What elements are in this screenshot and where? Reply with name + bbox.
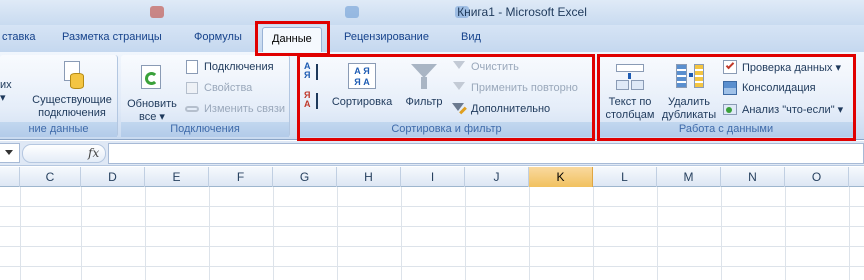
column-header[interactable]: N xyxy=(721,167,785,187)
refresh-icon xyxy=(136,63,168,95)
properties-icon xyxy=(184,80,200,96)
column-header[interactable]: F xyxy=(209,167,273,187)
column-header[interactable]: C xyxy=(20,167,81,187)
connections-button[interactable]: Подключения xyxy=(184,58,274,76)
existing-connections-icon xyxy=(56,59,88,91)
tab-review[interactable]: Рецензирование xyxy=(344,31,429,43)
group-label: ние данные xyxy=(0,122,117,137)
connections-label: Подключения xyxy=(204,61,274,73)
properties-label: Свойства xyxy=(204,82,253,94)
existing-connections-button[interactable]: Существующие подключения xyxy=(28,59,116,120)
column-header[interactable]: J xyxy=(465,167,529,187)
title-bar: Книга1 - Microsoft Excel xyxy=(0,0,864,25)
from-other-label-2: ▾ xyxy=(0,92,6,104)
tab-page-layout[interactable]: Разметка страницы xyxy=(62,31,162,43)
column-header[interactable]: E xyxy=(145,167,209,187)
existing-connections-label-1: Существующие xyxy=(32,94,112,106)
refresh-all-button[interactable]: Обновить все ▾ xyxy=(125,63,179,124)
window-title: Книга1 - Microsoft Excel xyxy=(457,5,587,19)
refresh-label-1: Обновить xyxy=(127,98,177,110)
name-box-dropdown[interactable] xyxy=(0,143,20,163)
chevron-down-icon xyxy=(5,150,13,155)
highlight-data-tools-group xyxy=(597,54,856,141)
column-header[interactable]: D xyxy=(81,167,145,187)
group-external-data: их ▾ Существующие подключения ние данные xyxy=(0,55,118,137)
column-header[interactable]: G xyxy=(273,167,337,187)
edit-links-button[interactable]: Изменить связи xyxy=(184,100,285,118)
column-header[interactable]: M xyxy=(657,167,721,187)
from-other-label-1: их xyxy=(0,79,12,91)
tab-formulas[interactable]: Формулы xyxy=(194,31,242,43)
column-header[interactable]: H xyxy=(337,167,401,187)
column-header-selected[interactable]: K xyxy=(529,167,593,187)
column-header-partial[interactable] xyxy=(0,167,20,187)
link-icon xyxy=(184,101,200,117)
column-headers: C D E F G H I J K L M N O xyxy=(0,167,864,187)
formula-bar: fx xyxy=(0,141,864,166)
column-header[interactable]: O xyxy=(785,167,849,187)
from-other-sources-button[interactable]: их ▾ xyxy=(0,79,20,105)
highlight-sort-filter-group xyxy=(297,54,595,141)
formula-input[interactable] xyxy=(108,143,864,164)
tab-view[interactable]: Вид xyxy=(461,31,481,43)
group-label: Подключения xyxy=(121,122,289,137)
edit-links-label: Изменить связи xyxy=(204,103,286,115)
column-header[interactable]: L xyxy=(593,167,657,187)
group-connections: Обновить все ▾ Подключения Свойства Изме… xyxy=(121,55,290,137)
properties-button[interactable]: Свойства xyxy=(184,79,252,97)
highlight-data-tab xyxy=(255,21,330,56)
ribbon-tabs: ставка Разметка страницы Формулы Данные … xyxy=(0,25,864,53)
connections-icon xyxy=(184,59,200,75)
insert-function-button[interactable]: fx xyxy=(88,146,99,160)
worksheet-grid[interactable] xyxy=(0,187,864,280)
existing-connections-label-2: подключения xyxy=(38,107,106,119)
tab-insert[interactable]: ставка xyxy=(2,31,36,43)
column-header[interactable]: I xyxy=(401,167,465,187)
